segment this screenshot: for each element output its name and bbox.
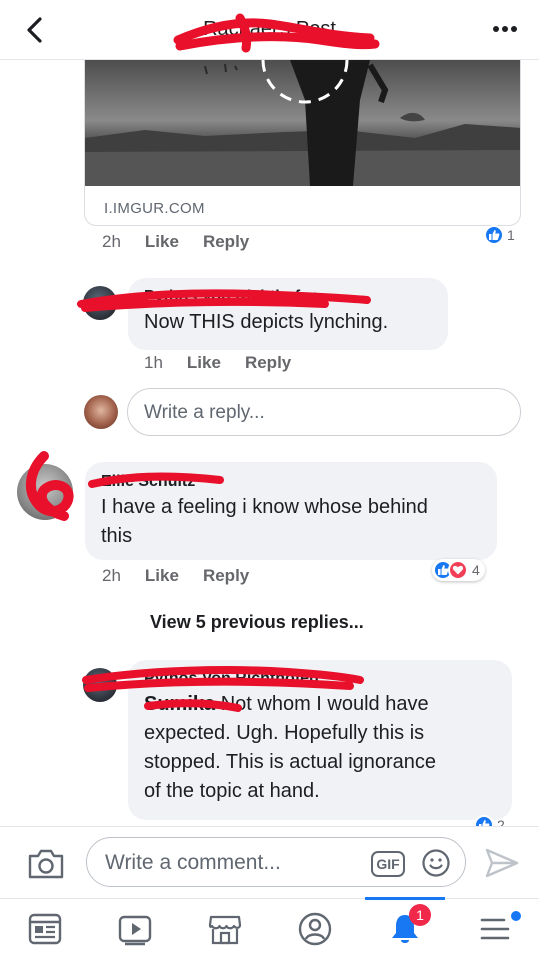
comment-text-line: Sumika Not whom I would have bbox=[144, 690, 496, 719]
page-title: Rachael's Post bbox=[203, 18, 336, 40]
comment-input[interactable]: Write a comment... GIF bbox=[86, 837, 466, 887]
comment-author[interactable]: Pythos Von Richthofen bbox=[144, 670, 496, 688]
like-button[interactable]: Like bbox=[145, 566, 179, 585]
emoji-button[interactable] bbox=[421, 848, 451, 878]
comment-text-segment: Not whom I would have bbox=[215, 693, 429, 715]
mention-link[interactable]: Sumika bbox=[144, 693, 215, 715]
comment-placeholder: Write a comment... bbox=[105, 851, 281, 874]
comment-text-line: stopped. This is actual ignorance bbox=[144, 751, 437, 773]
tab-profile[interactable] bbox=[270, 899, 360, 960]
comment-composer: Write a comment... GIF bbox=[0, 826, 539, 898]
avatar[interactable] bbox=[17, 464, 73, 520]
comment-text: Now THIS depicts lynching. bbox=[144, 311, 389, 333]
comment-meta-row: 2h Like Reply bbox=[102, 566, 273, 586]
tab-watch[interactable] bbox=[90, 899, 180, 960]
reply-placeholder: Write a reply... bbox=[144, 402, 265, 423]
tab-notifications[interactable]: 1 bbox=[360, 899, 450, 960]
send-icon bbox=[485, 848, 519, 878]
like-reaction-icon bbox=[484, 225, 504, 245]
profile-icon bbox=[298, 912, 332, 946]
comment-text-line: of the topic at hand. bbox=[144, 780, 320, 802]
avatar[interactable] bbox=[83, 286, 117, 320]
bottom-tab-bar: 1 bbox=[0, 897, 539, 960]
news-feed-icon bbox=[28, 913, 62, 945]
reply-button[interactable]: Reply bbox=[203, 566, 249, 585]
marketplace-store-icon bbox=[208, 915, 242, 945]
landscape-image bbox=[85, 60, 520, 186]
timestamp: 2h bbox=[102, 566, 121, 585]
comment-bubble: Pythos Von Richthofen Now THIS depicts l… bbox=[128, 278, 448, 350]
comment-text-line: this bbox=[101, 525, 133, 547]
hamburger-menu-icon bbox=[480, 918, 510, 940]
notification-badge: 1 bbox=[409, 904, 431, 926]
send-button[interactable] bbox=[484, 847, 520, 879]
preview-domain: I.IMGUR.COM bbox=[104, 200, 205, 217]
gif-button[interactable]: GIF bbox=[371, 851, 405, 877]
menu-notification-dot bbox=[511, 911, 521, 921]
comment-text-line: I have a feeling i know whose behind bbox=[101, 496, 428, 518]
view-previous-replies-link[interactable]: View 5 previous replies... bbox=[150, 612, 364, 633]
comment-bubble: Ellie Schultz I have a feeling i know wh… bbox=[85, 462, 497, 560]
camera-button[interactable] bbox=[26, 847, 66, 881]
link-preview-card[interactable]: I.IMGUR.COM bbox=[84, 60, 521, 226]
reaction-summary[interactable]: 1 bbox=[484, 225, 515, 245]
reply-input[interactable]: Write a reply... bbox=[127, 388, 521, 436]
love-reaction-icon bbox=[448, 560, 468, 580]
like-button[interactable]: Like bbox=[187, 353, 221, 372]
timestamp: 1h bbox=[144, 353, 163, 372]
tab-marketplace[interactable] bbox=[180, 899, 270, 960]
reaction-summary[interactable]: 4 bbox=[432, 559, 485, 581]
reaction-count: 1 bbox=[507, 227, 515, 243]
tab-news-feed[interactable] bbox=[0, 899, 90, 960]
more-options-button[interactable] bbox=[487, 14, 523, 44]
more-dots-icon bbox=[493, 26, 517, 32]
gif-label: GIF bbox=[376, 856, 400, 872]
post-meta-row: 2h Like Reply bbox=[102, 232, 273, 252]
reaction-count: 4 bbox=[472, 562, 480, 578]
smiley-icon bbox=[422, 849, 450, 877]
comment-text-line: expected. Ugh. Hopefully this is bbox=[144, 722, 425, 744]
camera-icon bbox=[28, 849, 64, 879]
top-bar: Rachael's Post bbox=[0, 0, 539, 60]
preview-image bbox=[85, 60, 520, 186]
comment-author[interactable]: Pythos Von Richthofen bbox=[144, 288, 432, 306]
reply-button[interactable]: Reply bbox=[203, 232, 249, 251]
timestamp: 2h bbox=[102, 232, 121, 251]
avatar[interactable] bbox=[83, 668, 117, 702]
user-avatar bbox=[84, 395, 118, 429]
watch-video-icon bbox=[118, 915, 152, 946]
reply-button[interactable]: Reply bbox=[245, 353, 291, 372]
comment-bubble: Pythos Von Richthofen Sumika Not whom I … bbox=[128, 660, 512, 820]
comment-author[interactable]: Ellie Schultz bbox=[101, 473, 481, 491]
like-button[interactable]: Like bbox=[145, 232, 179, 251]
comment-meta-row: 1h Like Reply bbox=[144, 353, 315, 373]
tab-menu[interactable] bbox=[450, 899, 539, 960]
